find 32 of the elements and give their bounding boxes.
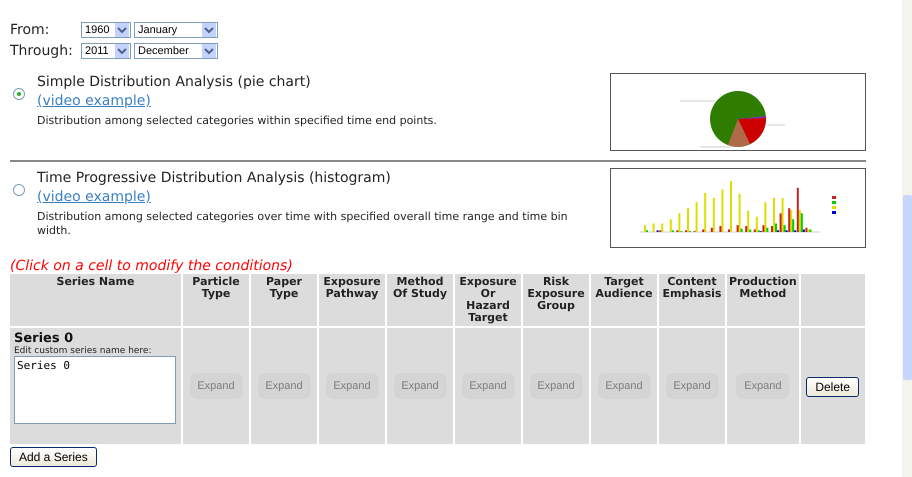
- column-header: Content Emphasis: [659, 274, 725, 326]
- scrollbar-thumb[interactable]: [903, 195, 912, 380]
- radio-button[interactable]: [13, 88, 25, 100]
- year-dropdown[interactable]: 2011: [81, 42, 131, 58]
- column-header: Method Of Study: [387, 274, 453, 326]
- column-header: Target Audience: [591, 274, 657, 326]
- edit-label: Edit custom series name here:: [14, 346, 153, 356]
- series-name: Series 0: [14, 331, 74, 346]
- date-label: Through:: [10, 42, 74, 58]
- column-header: Exposure Or Hazard Target: [455, 274, 521, 326]
- analysis-title: Time Progressive Distribution Analysis (histogram): [37, 170, 392, 186]
- delete-button[interactable]: Delete: [806, 376, 860, 396]
- analysis-description: Distribution among selected categories within specified time end points.: [37, 114, 438, 128]
- video-example-link[interactable]: (video example): [37, 93, 151, 109]
- month-dropdown[interactable]: January: [134, 22, 218, 38]
- column-header: Series Name: [10, 274, 181, 326]
- column-header: Production Method: [727, 274, 799, 326]
- column-header: Risk Exposure Group: [523, 274, 589, 326]
- analysis-description: Distribution among selected categories over time with specified overall time range and time bin width.: [37, 210, 569, 238]
- date-label: From:: [10, 22, 50, 38]
- radio-button[interactable]: [13, 184, 25, 196]
- column-header: Particle Type: [183, 274, 249, 326]
- year-dropdown[interactable]: 1960: [81, 22, 131, 38]
- video-example-link[interactable]: (video example): [37, 189, 151, 205]
- instruction-text: (Click on a cell to modify the conditions): [10, 258, 294, 274]
- series-name-field[interactable]: Series 0: [14, 356, 176, 424]
- column-header: Exposure Pathway: [319, 274, 385, 326]
- analysis-title: Simple Distribution Analysis (pie chart): [37, 74, 312, 90]
- scrollbar[interactable]: [902, 0, 912, 477]
- add-series-button[interactable]: Add a Series: [10, 447, 97, 467]
- month-dropdown[interactable]: December: [134, 42, 218, 58]
- column-header: Paper Type: [251, 274, 317, 326]
